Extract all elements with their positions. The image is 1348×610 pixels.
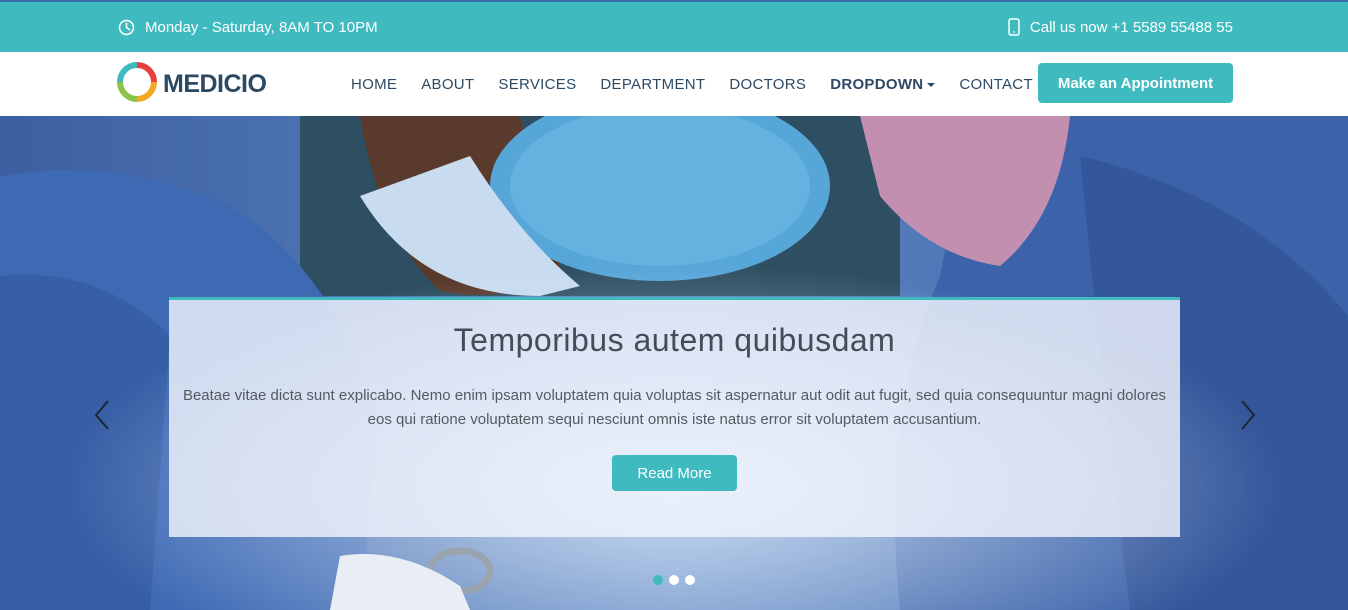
- caret-down-icon: [927, 83, 936, 87]
- nav-contact[interactable]: CONTACT: [947, 76, 1044, 93]
- top-bar: Monday - Saturday, 8AM TO 10PM Call us n…: [0, 0, 1348, 52]
- main-header: MEDICIO HOME ABOUT SERVICES DEPARTMENT D…: [0, 52, 1348, 116]
- hero-slider: Temporibus autem quibusdam Beatae vitae …: [0, 116, 1348, 610]
- make-appointment-button[interactable]: Make an Appointment: [1038, 63, 1233, 103]
- nav-dropdown[interactable]: DROPDOWN: [818, 76, 947, 93]
- main-nav: HOME ABOUT SERVICES DEPARTMENT DOCTORS D…: [339, 52, 1045, 116]
- slide-indicator-1[interactable]: [653, 575, 663, 585]
- contact-phone: Call us now +1 5589 55488 55: [1008, 2, 1233, 52]
- logo[interactable]: MEDICIO: [117, 61, 267, 107]
- opening-hours: Monday - Saturday, 8AM TO 10PM: [118, 2, 378, 52]
- clock-icon: [118, 19, 135, 36]
- phone-text[interactable]: Call us now +1 5589 55488 55: [1030, 19, 1233, 36]
- slider-next-arrow[interactable]: [1238, 398, 1258, 432]
- nav-doctors[interactable]: DOCTORS: [717, 76, 818, 93]
- slide-indicator-3[interactable]: [685, 575, 695, 585]
- chevron-left-icon: [94, 400, 109, 430]
- phone-icon: [1008, 18, 1020, 36]
- nav-about[interactable]: ABOUT: [409, 76, 486, 93]
- logo-ring-icon: [117, 61, 157, 107]
- slide-title: Temporibus autem quibusdam: [453, 322, 896, 358]
- read-more-button[interactable]: Read More: [612, 455, 737, 491]
- logo-text: MEDICIO: [163, 69, 267, 98]
- slide-indicator-2[interactable]: [669, 575, 679, 585]
- nav-home[interactable]: HOME: [339, 76, 409, 93]
- slide-caption: Temporibus autem quibusdam Beatae vitae …: [169, 297, 1180, 537]
- slide-text: Beatae vitae dicta sunt explicabo. Nemo …: [182, 387, 1167, 428]
- nav-services[interactable]: SERVICES: [486, 76, 588, 93]
- nav-department[interactable]: DEPARTMENT: [588, 76, 717, 93]
- slider-indicators: [653, 575, 695, 585]
- slider-prev-arrow[interactable]: [92, 398, 112, 432]
- opening-hours-text: Monday - Saturday, 8AM TO 10PM: [145, 18, 378, 36]
- chevron-right-icon: [1241, 400, 1256, 430]
